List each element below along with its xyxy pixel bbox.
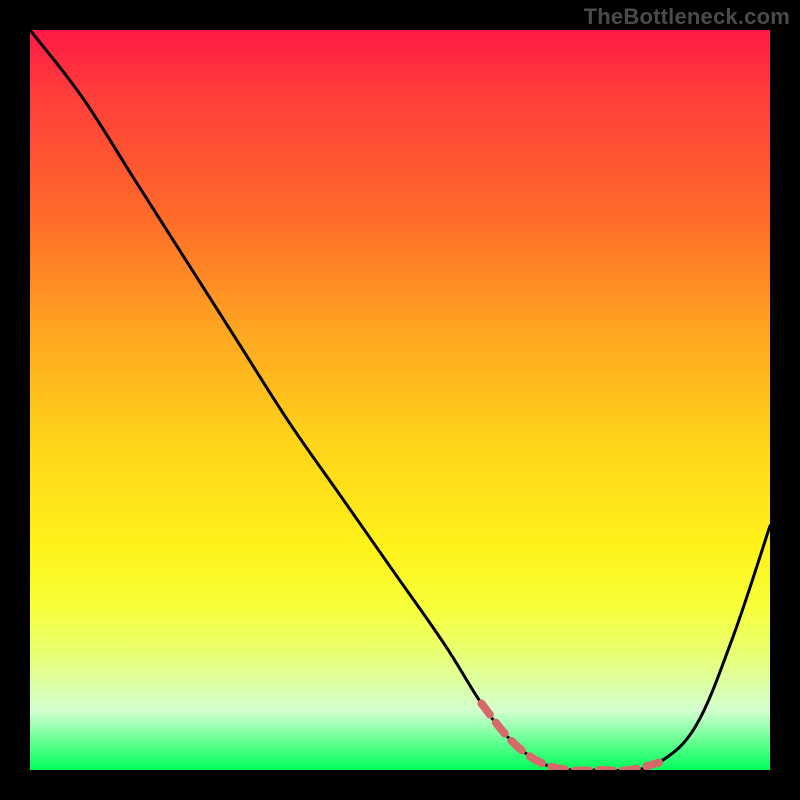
chart-frame: TheBottleneck.com (0, 0, 800, 800)
chart-svg (30, 30, 770, 770)
bottleneck-curve (30, 30, 770, 770)
watermark-text: TheBottleneck.com (584, 4, 790, 30)
